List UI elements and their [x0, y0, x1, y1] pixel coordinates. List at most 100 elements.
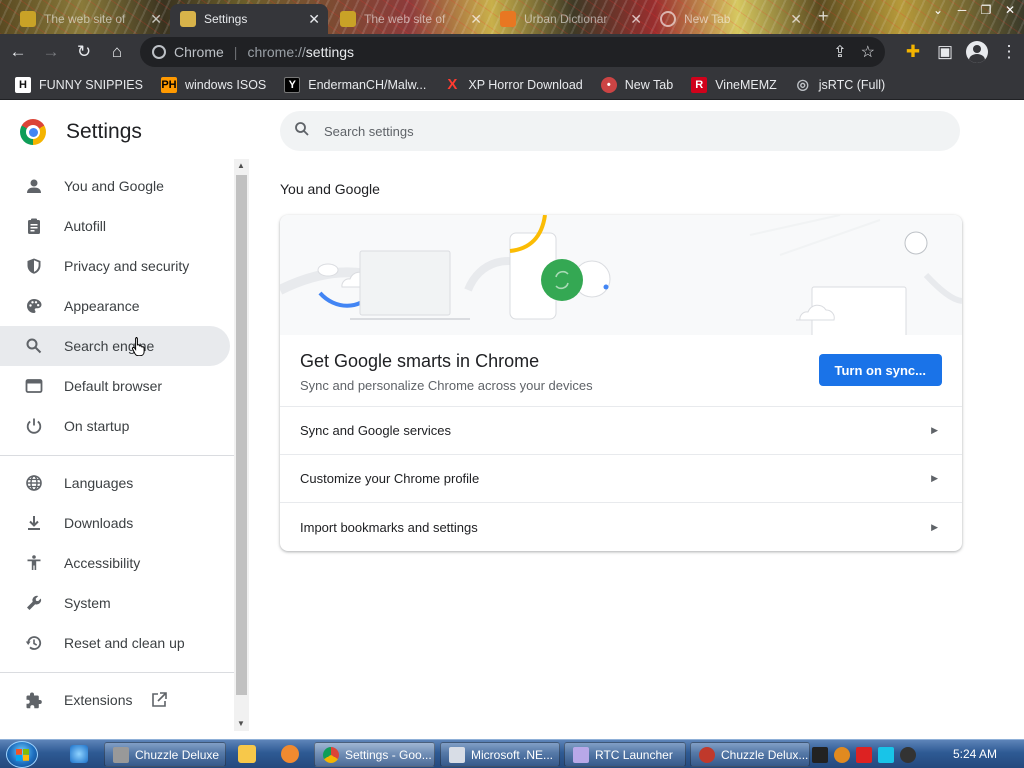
sidebar-item-label: Reset and clean up	[64, 635, 185, 651]
globe-logo-icon: ◎	[796, 76, 809, 92]
sidebar-item-languages[interactable]: Languages	[0, 463, 230, 503]
tab-settings[interactable]: Settings ✕	[170, 4, 328, 34]
taskbar-chuzzle-1[interactable]: Chuzzle Deluxe	[104, 742, 226, 767]
sidebar-item-downloads[interactable]: Downloads	[0, 503, 230, 543]
tab-title: The web site of	[364, 12, 446, 26]
accessibility-icon	[24, 553, 44, 573]
sidebar-item-extensions[interactable]: Extensions	[0, 680, 230, 720]
share-icon[interactable]: ⇪	[833, 42, 846, 62]
tray-volume-icon[interactable]	[900, 746, 916, 763]
tab-title: Settings	[204, 12, 248, 26]
sidebar-scrollbar[interactable]: ▲ ▼	[234, 159, 249, 731]
page-title: Settings	[66, 120, 142, 143]
media-player-icon[interactable]	[238, 745, 256, 763]
y-logo-icon: Y	[284, 76, 301, 93]
chrome-logo-icon	[20, 119, 46, 145]
sidebar-divider	[0, 455, 234, 456]
scrollbar-thumb[interactable]	[236, 175, 247, 695]
settings-search[interactable]	[280, 111, 960, 151]
close-icon[interactable]: ✕	[308, 11, 320, 28]
bookmark-item[interactable]: • New Tab	[592, 73, 682, 97]
close-icon[interactable]: ✕	[470, 11, 482, 28]
sync-illustration	[280, 215, 962, 335]
extensions-puzzle-icon[interactable]: ✚	[898, 37, 928, 67]
new-tab-logo-icon: •	[600, 76, 617, 93]
tray-monitor-icon[interactable]	[878, 746, 894, 763]
close-icon[interactable]: ✕	[630, 11, 642, 28]
sidebar-item-search-engine[interactable]: Search engine	[0, 326, 230, 366]
close-window-icon[interactable]: ✕	[998, 0, 1022, 20]
tab-3[interactable]: The web site of ✕	[330, 4, 490, 34]
address-bar[interactable]: Chrome | chrome:// settings ⇪ ☆	[140, 37, 885, 67]
chuzzle-app-icon	[113, 746, 129, 763]
sidebar-item-label: Downloads	[64, 515, 134, 531]
close-icon[interactable]: ✕	[150, 11, 162, 28]
sidebar-item-privacy[interactable]: Privacy and security	[0, 246, 230, 286]
sidebar-item-you-and-google[interactable]: You and Google	[0, 166, 230, 206]
tab-5[interactable]: New Tab ✕	[650, 4, 810, 34]
sidebar-item-autofill[interactable]: Autofill	[0, 206, 230, 246]
app-orange-icon[interactable]	[281, 745, 299, 763]
more-menu-icon[interactable]: ⋮	[994, 37, 1024, 67]
minimize-icon[interactable]: ─	[950, 0, 974, 20]
external-link-icon	[150, 691, 168, 709]
sidebar-divider	[0, 672, 234, 673]
taskbar-label: Chuzzle Delux...	[721, 747, 809, 762]
row-label: Customize your Chrome profile	[300, 471, 480, 486]
tray-search-icon[interactable]	[834, 746, 850, 763]
profile-button[interactable]	[962, 37, 992, 67]
shield-icon	[24, 256, 44, 276]
bookmarks-bar: H FUNNY SNIPPIES PH windows ISOS Y Ender…	[0, 70, 1024, 100]
reload-icon[interactable]: ↻	[69, 37, 99, 67]
new-tab-plus-icon[interactable]: +	[818, 6, 829, 27]
bookmark-item[interactable]: Y EndermanCH/Malw...	[275, 73, 435, 97]
home-icon[interactable]: ⌂	[102, 37, 132, 67]
tray-app-icon[interactable]	[812, 746, 828, 763]
bookmark-label: EndermanCH/Malw...	[308, 77, 427, 92]
forward-arrow-icon[interactable]: →	[36, 37, 66, 67]
close-icon[interactable]: ✕	[790, 11, 802, 28]
start-button[interactable]	[6, 741, 38, 768]
download-icon	[24, 513, 44, 533]
sidebar-item-on-startup[interactable]: On startup	[0, 406, 230, 446]
customize-profile-row[interactable]: Customize your Chrome profile ▶	[280, 455, 962, 503]
chrome-favicon-icon	[660, 11, 676, 27]
turn-on-sync-button[interactable]: Turn on sync...	[818, 354, 942, 386]
tray-flag-icon[interactable]	[856, 746, 872, 763]
sidebar-item-default-browser[interactable]: Default browser	[0, 366, 230, 406]
taskbar-dotnet[interactable]: Microsoft .NE...	[440, 742, 560, 767]
site-label: Chrome	[174, 44, 224, 60]
tab-title: New Tab	[684, 12, 731, 26]
sidebar-item-system[interactable]: System	[0, 583, 230, 623]
internet-explorer-icon[interactable]	[70, 745, 88, 763]
bookmark-item[interactable]: H FUNNY SNIPPIES	[6, 73, 152, 97]
tab-1[interactable]: The web site of ✕	[10, 4, 170, 34]
scroll-up-arrow-icon[interactable]: ▲	[237, 161, 245, 170]
clipboard-icon	[24, 216, 44, 236]
sidebar-item-reset[interactable]: Reset and clean up	[0, 623, 230, 663]
taskbar-chrome-settings[interactable]: Settings - Goo...	[314, 742, 435, 767]
side-panel-icon[interactable]: ▣	[930, 37, 960, 67]
search-icon	[294, 121, 310, 142]
window-menu-icon[interactable]: ⌄	[926, 0, 950, 20]
import-bookmarks-row[interactable]: Import bookmarks and settings ▶	[280, 503, 962, 551]
system-tray	[812, 740, 916, 768]
vine-logo-icon: R	[691, 76, 708, 93]
taskbar-chuzzle-2[interactable]: Chuzzle Delux...	[690, 742, 810, 767]
browser-icon	[24, 376, 44, 396]
sidebar-item-appearance[interactable]: Appearance	[0, 286, 230, 326]
scroll-down-arrow-icon[interactable]: ▼	[237, 719, 245, 728]
back-arrow-icon[interactable]: ←	[3, 37, 33, 67]
clock[interactable]: 5:24 AM	[940, 747, 1010, 761]
sync-services-row[interactable]: Sync and Google services ▶	[280, 407, 962, 455]
sidebar-item-accessibility[interactable]: Accessibility	[0, 543, 230, 583]
bookmark-item[interactable]: ◎ jsRTC (Full)	[786, 73, 894, 97]
bookmark-item[interactable]: X XP Horror Download	[435, 73, 591, 97]
taskbar-rtc-launcher[interactable]: RTC Launcher	[564, 742, 686, 767]
bookmark-item[interactable]: R VineMEMZ	[682, 73, 786, 97]
tab-4[interactable]: Urban Dictionar ✕	[490, 4, 650, 34]
search-input[interactable]	[324, 123, 924, 139]
maximize-icon[interactable]: ❐	[974, 0, 998, 20]
bookmark-item[interactable]: PH windows ISOS	[152, 73, 275, 97]
bookmark-star-icon[interactable]: ☆	[861, 42, 875, 62]
